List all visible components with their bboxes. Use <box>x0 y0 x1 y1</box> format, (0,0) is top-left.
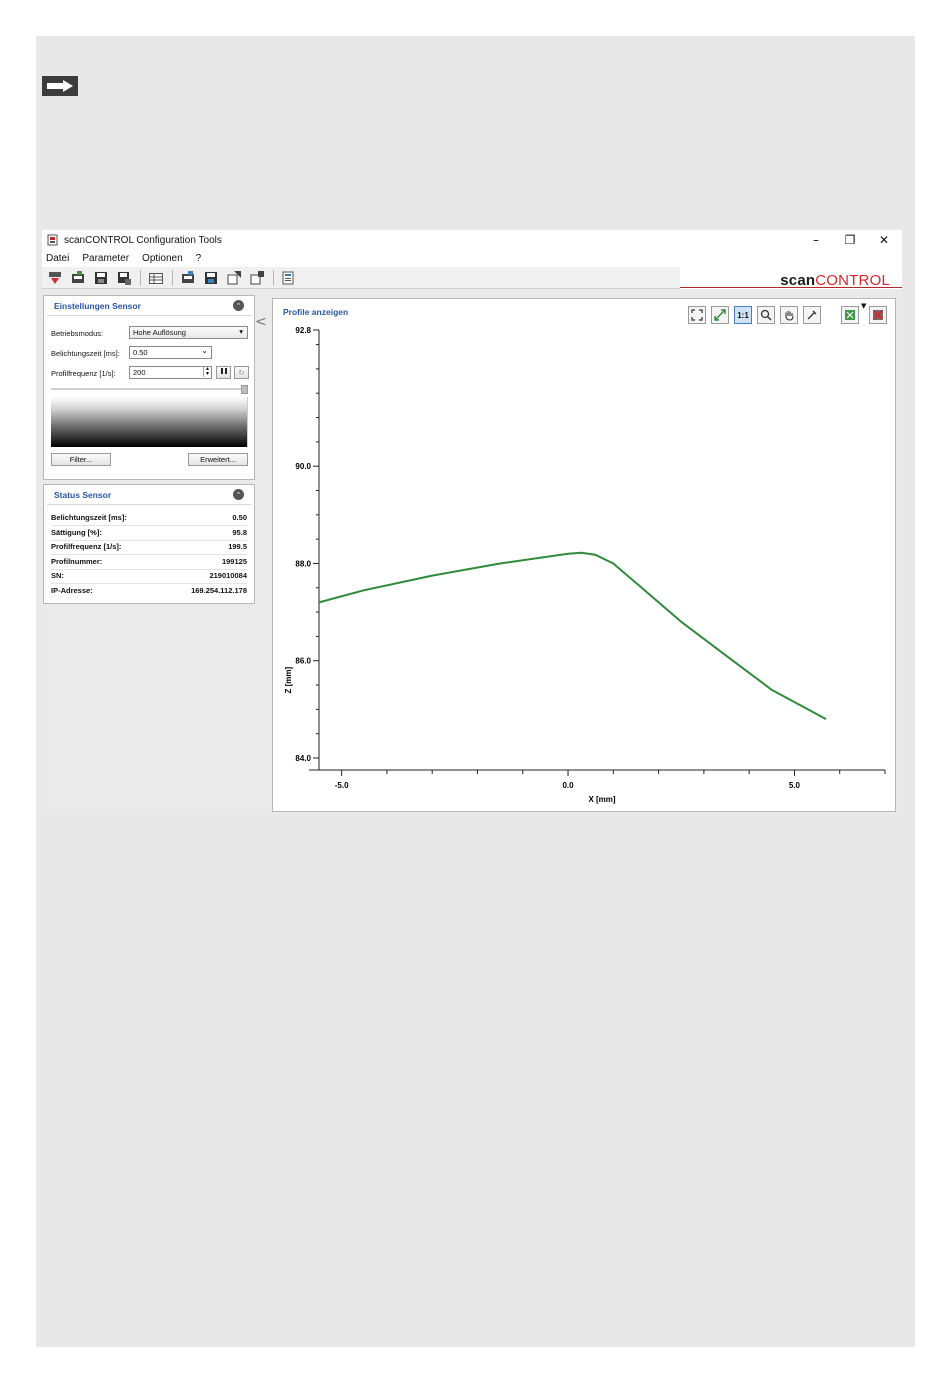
points-green-icon <box>845 310 855 320</box>
status-panel: Status Sensor ⌃ Belichtungszeit [ms]: 0.5… <box>43 484 255 604</box>
belichtung-combo[interactable]: 0.50 ⌄ <box>129 346 212 359</box>
plot-title: Profile anzeigen <box>283 307 349 317</box>
betriebsmodus-value: Hohe Auflösung <box>133 328 186 337</box>
open-icon[interactable] <box>69 270 87 286</box>
auto-scale-icon <box>714 309 726 321</box>
select-points-button[interactable] <box>841 306 859 324</box>
status-panel-title: Status Sensor <box>54 489 112 500</box>
fit-view-button[interactable] <box>688 306 706 324</box>
y-tick-label: 90.0 <box>295 462 311 471</box>
dropdown-arrow-icon: ▾ <box>239 327 243 336</box>
save-settings-icon[interactable] <box>202 270 220 286</box>
menu-help[interactable]: ? <box>196 253 202 264</box>
x-tick-label: -5.0 <box>335 781 349 790</box>
app-icon <box>46 234 58 246</box>
belichtung-value: 0.50 <box>133 348 148 357</box>
arrow-marker <box>42 76 78 96</box>
status-row: Profilnummer: 199125 <box>51 557 247 570</box>
hand-icon <box>785 311 794 321</box>
menu-optionen[interactable]: Optionen <box>142 253 183 264</box>
chevron-down-icon: ⌄ <box>201 346 208 355</box>
export-icon[interactable] <box>225 270 243 286</box>
y-tick-label: 92.8 <box>295 327 311 335</box>
exposure-slider[interactable] <box>51 385 248 394</box>
delete-red-icon <box>873 310 883 320</box>
zoom-button[interactable] <box>757 306 775 324</box>
pause-button[interactable] <box>216 366 231 379</box>
sensor-info-icon[interactable] <box>280 270 298 286</box>
settings-panel-title: Einstellungen Sensor <box>54 300 141 311</box>
profile-series-line <box>318 551 827 720</box>
x-tick-label: 5.0 <box>789 781 801 790</box>
collapse-icon[interactable]: ⌃ <box>233 489 244 500</box>
profilfreq-value: 200 <box>133 368 146 377</box>
intensity-preview <box>51 397 248 447</box>
title-bar: scanCONTROL Configuration Tools – ❐ ✕ <box>42 230 902 250</box>
status-row: Belichtungszeit [ms]: 0.50 <box>51 513 247 526</box>
auto-scale-button[interactable] <box>711 306 729 324</box>
toolbar-separator <box>273 269 274 286</box>
profilfreq-spinbox[interactable]: 200 ▴ ▾ <box>129 366 212 379</box>
arrow-right-icon <box>47 80 73 92</box>
toolbar-separator <box>172 269 173 286</box>
status-row: SN: 219010084 <box>51 571 247 584</box>
status-row: Sättigung [%]: 95.8 <box>51 528 247 541</box>
magnifier-icon <box>760 309 772 321</box>
refresh-button[interactable]: ↻ <box>234 366 249 379</box>
menu-datei[interactable]: Datei <box>46 253 69 264</box>
y-tick-label: 84.0 <box>295 754 311 763</box>
slider-handle[interactable] <box>241 385 248 394</box>
app-window: scanCONTROL Configuration Tools – ❐ ✕ Da… <box>42 230 902 814</box>
pause-icon <box>220 368 227 374</box>
settings-panel: Einstellungen Sensor ⌃ Betriebsmodus: Ho… <box>43 295 255 480</box>
profilfreq-label: Profilfrequenz [1/s]: <box>51 369 116 378</box>
belichtung-label: Belichtungszeit [ms]: <box>51 349 120 358</box>
y-tick-label: 88.0 <box>295 559 311 568</box>
restore-button[interactable]: ❐ <box>840 233 860 247</box>
y-tick-label: 86.0 <box>295 657 311 666</box>
save-as-icon[interactable] <box>115 270 133 286</box>
x-axis-label: X [mm] <box>588 795 615 804</box>
betriebsmodus-label: Betriebsmodus: <box>51 329 104 338</box>
spin-arrows-icon[interactable]: ▴ ▾ <box>202 366 209 377</box>
expand-icon <box>691 309 703 321</box>
collapse-icon[interactable]: ⌃ <box>233 300 244 311</box>
slider-track <box>51 388 248 390</box>
pan-button[interactable] <box>780 306 798 324</box>
profile-chart[interactable]: 84.0 86.0 88.0 90.0 92.8 -5.0 0.0 5.0 X [mm] Z [m… <box>273 327 895 807</box>
toolbar: scanCONTROL <box>42 267 902 289</box>
eyedropper-icon <box>807 310 817 320</box>
y-axis-label: Z [mm] <box>284 667 293 694</box>
status-row: Profilfrequenz [1/s]: 199.5 <box>51 542 247 555</box>
status-row: IP-Adresse: 169.254.112.178 <box>51 586 247 595</box>
one-to-one-button[interactable]: 1:1 <box>734 306 752 324</box>
erweitert-button[interactable]: Erweitert... <box>188 453 248 466</box>
delete-points-button[interactable] <box>869 306 887 324</box>
brand-underline <box>680 287 902 288</box>
dropdown-arrow-icon[interactable]: ▼ <box>861 302 866 310</box>
settings-panel-header[interactable]: Einstellungen Sensor ⌃ <box>47 296 251 316</box>
sensor-connect-icon[interactable] <box>46 270 64 286</box>
toolbar-separator <box>140 269 141 286</box>
x-tick-label: 0.0 <box>562 781 574 790</box>
betriebsmodus-select[interactable]: Hohe Auflösung ▾ <box>129 326 248 339</box>
import-icon[interactable] <box>248 270 266 286</box>
refresh-icon: ↻ <box>238 368 245 377</box>
window-title: scanCONTROL Configuration Tools <box>64 234 222 246</box>
menu-parameter[interactable]: Parameter <box>82 253 129 264</box>
table-icon[interactable] <box>147 270 165 286</box>
load-settings-icon[interactable] <box>179 270 197 286</box>
close-button[interactable]: ✕ <box>874 233 894 247</box>
brand-area: scanCONTROL <box>680 267 902 289</box>
pick-button[interactable] <box>803 306 821 324</box>
plot-panel: Profile anzeigen 1:1 ▼ 84.0 86.0 88.0 90.0 9… <box>272 298 896 812</box>
chevron-left-icon[interactable]: < <box>255 314 267 330</box>
minimize-button[interactable]: – <box>806 233 826 247</box>
filter-button[interactable]: Filter... <box>51 453 111 466</box>
status-panel-header[interactable]: Status Sensor ⌃ <box>47 485 251 505</box>
menu-bar: Datei Parameter Optionen ? <box>42 250 902 267</box>
save-icon[interactable] <box>92 270 110 286</box>
